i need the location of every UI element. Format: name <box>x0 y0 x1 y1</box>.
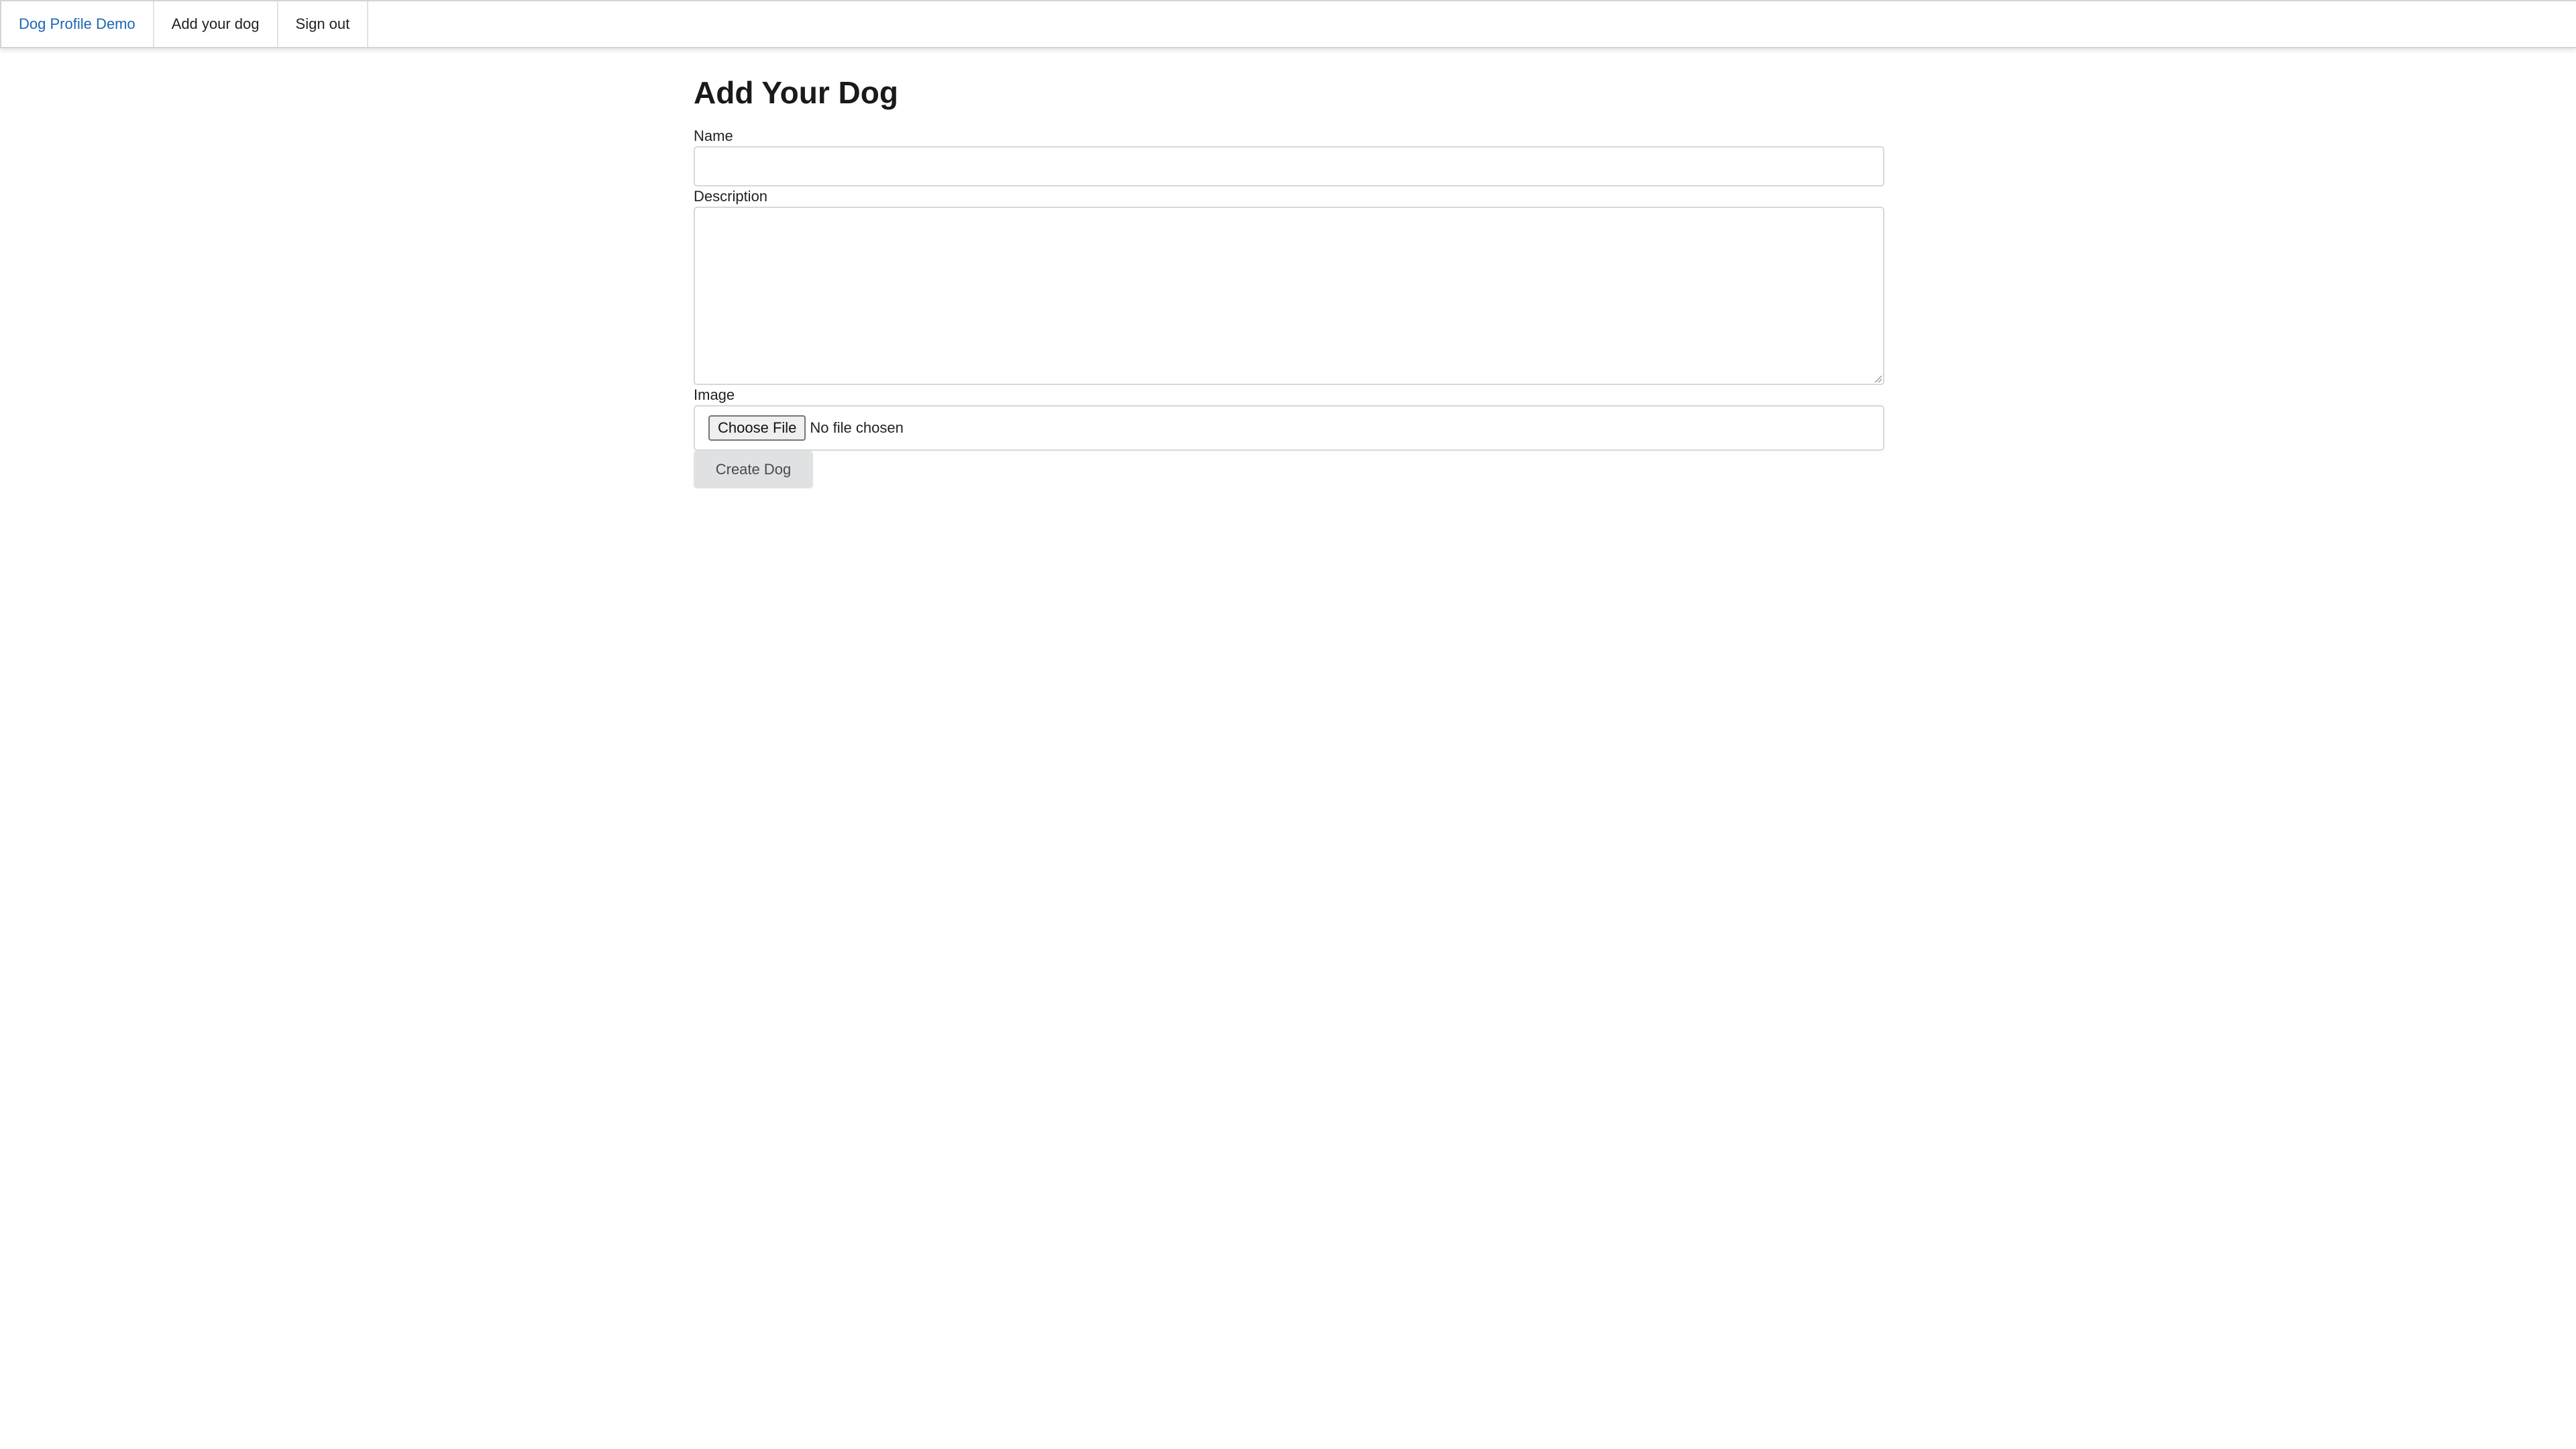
image-file-input[interactable]: Choose File No file chosen <box>694 405 1884 451</box>
nav-sign-out[interactable]: Sign out <box>278 1 369 47</box>
resize-handle-icon[interactable] <box>1875 376 1882 382</box>
name-input[interactable] <box>694 146 1884 186</box>
create-dog-button[interactable]: Create Dog <box>694 451 813 488</box>
page-title: Add Your Dog <box>694 75 898 110</box>
description-label: Description <box>694 188 768 205</box>
name-label: Name <box>694 127 733 144</box>
file-status-text: No file chosen <box>810 419 904 436</box>
top-navbar: Dog Profile Demo Add your dog Sign out <box>0 0 2576 48</box>
choose-file-button[interactable]: Choose File <box>708 415 806 441</box>
image-label: Image <box>694 386 735 403</box>
nav-brand-link[interactable]: Dog Profile Demo <box>0 1 154 47</box>
main-content: Add Your Dog Name Description Image Choo… <box>694 71 1884 488</box>
description-wrapper <box>694 207 1884 385</box>
description-textarea[interactable] <box>694 207 1884 385</box>
nav-add-your-dog[interactable]: Add your dog <box>154 1 278 47</box>
